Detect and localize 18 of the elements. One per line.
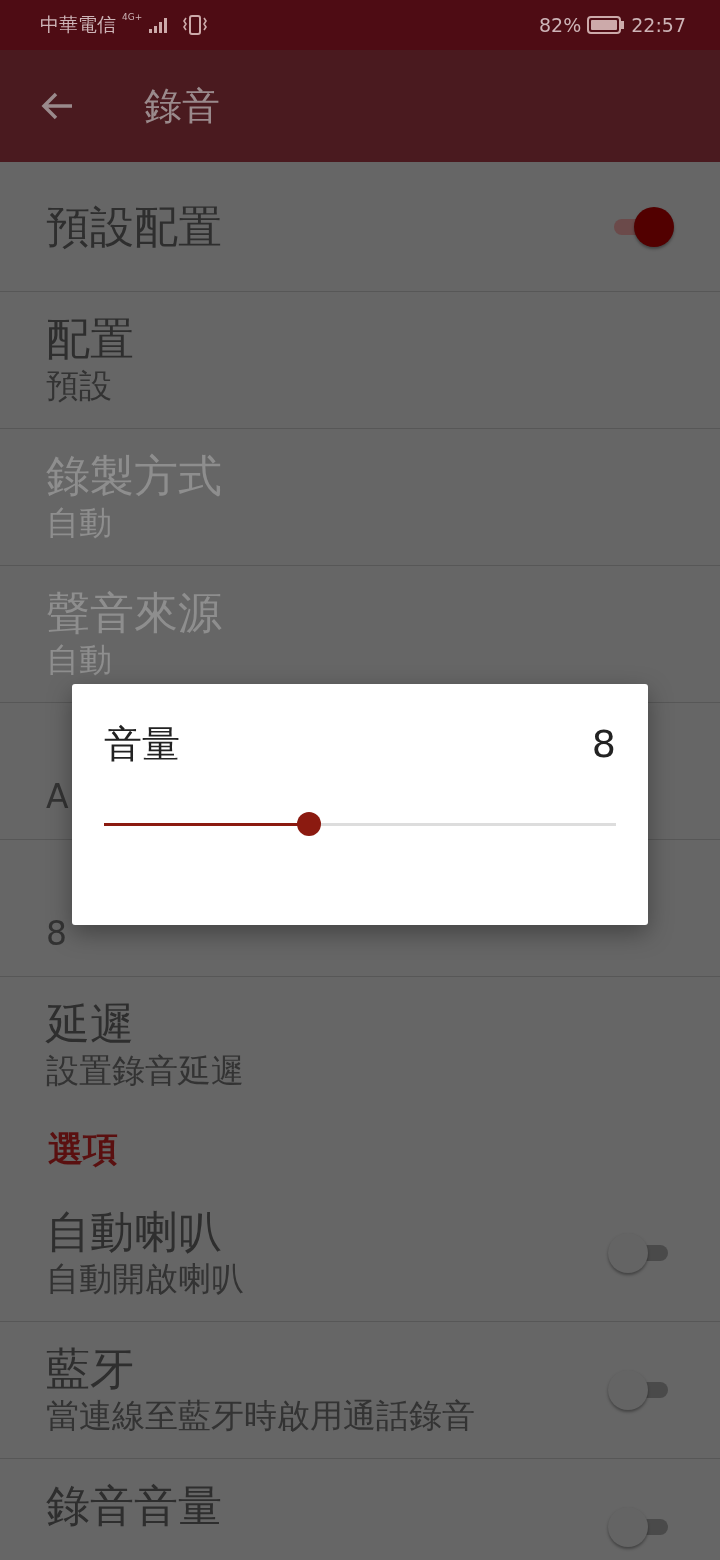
item-title: 錄音音量 — [46, 1481, 222, 1531]
back-icon[interactable] — [40, 91, 74, 121]
item-title: 延遲 — [46, 999, 135, 1049]
section-header: 選項 — [47, 1127, 119, 1171]
vibrate-icon — [182, 14, 209, 36]
dialog-title: 音量 — [104, 722, 180, 766]
screen-title: 錄音 — [144, 82, 220, 130]
item-title: 自動喇叭 — [46, 1207, 223, 1257]
battery-icon — [587, 16, 626, 34]
battery-percent: 82% — [539, 14, 582, 36]
clock-time: 22:57 — [631, 14, 686, 36]
item-title: 藍牙 — [46, 1344, 135, 1394]
slider-thumb[interactable] — [296, 812, 321, 836]
volume-value: 8 — [591, 722, 616, 766]
network-type: 4G+ — [122, 12, 143, 22]
item-title: 配置 — [46, 314, 135, 364]
item-title: 預設配置 — [46, 201, 222, 252]
carrier-name: 中華電信 — [40, 12, 116, 37]
